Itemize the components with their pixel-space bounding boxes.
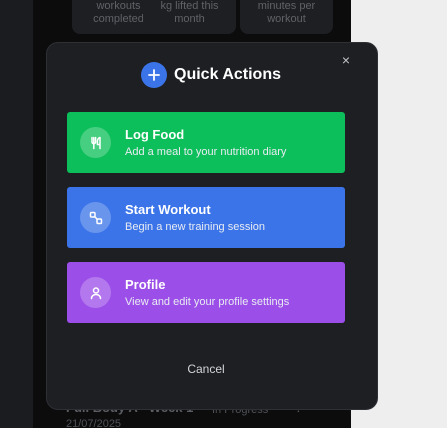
start-workout-button[interactable]: Start Workout Begin a new training sessi… [67, 187, 345, 248]
action-title: Profile [125, 277, 166, 292]
stat-card-duration: minutes per workout [240, 0, 333, 34]
modal-header: Quick Actions [141, 62, 281, 88]
action-subtitle: Begin a new training session [125, 221, 266, 233]
quick-actions-modal: × Quick Actions Log Food Add a meal to y… [46, 42, 378, 410]
user-icon [80, 277, 111, 308]
left-gutter [0, 0, 33, 428]
profile-button[interactable]: Profile View and edit your profile setti… [67, 262, 345, 323]
stat-caption: kg lifted this month [160, 0, 219, 25]
cancel-button[interactable]: Cancel [147, 362, 265, 376]
modal-title: Quick Actions [174, 66, 281, 83]
stat-caption: minutes per workout [257, 0, 316, 25]
stat-card-weight: kg lifted this month [143, 0, 236, 34]
action-subtitle: Add a meal to your nutrition diary [125, 146, 287, 158]
log-food-button[interactable]: Log Food Add a meal to your nutrition di… [67, 112, 345, 173]
action-subtitle: View and edit your profile settings [125, 296, 290, 308]
utensils-icon [80, 127, 111, 158]
action-title: Log Food [125, 127, 185, 142]
close-button[interactable]: × [339, 53, 353, 67]
recent-workout-date: 21/07/2025 [66, 418, 122, 428]
dumbbell-icon [80, 202, 111, 233]
plus-icon [141, 62, 167, 88]
action-title: Start Workout [125, 202, 211, 217]
